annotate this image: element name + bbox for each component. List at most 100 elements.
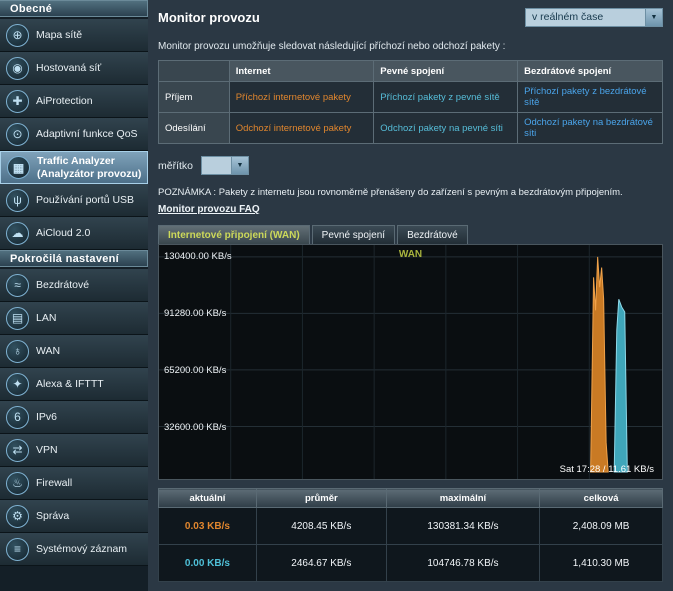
sidebar-item-label: Hostovaná síť bbox=[36, 62, 101, 74]
stats-header-average: průměr bbox=[256, 489, 386, 508]
network-map-icon: ⊕ bbox=[6, 24, 29, 47]
usb-icon: ψ bbox=[6, 189, 29, 212]
traffic-chart: WAN 130400.00 KB/s 91280.00 KB/s 65200.0… bbox=[158, 244, 663, 480]
col-header-wired: Pevné spojení bbox=[374, 61, 518, 82]
scale-label: měřítko bbox=[158, 160, 193, 172]
stat-maximum-upload: 104746.78 KB/s bbox=[386, 545, 539, 582]
system-log-icon: ≡ bbox=[6, 538, 29, 561]
sidebar-item-traffic-analyzer[interactable]: ▦ Traffic Analyzer (Analyzátor provozu) bbox=[0, 151, 148, 184]
stat-current-upload: 0.00 KB/s bbox=[159, 545, 257, 582]
sidebar-item-alexa-ifttt[interactable]: ✦ Alexa & IFTTT bbox=[0, 368, 148, 401]
tab-wired[interactable]: Pevné spojení bbox=[312, 225, 395, 244]
sidebar-item-network-map[interactable]: ⊕ Mapa sítě bbox=[0, 19, 148, 52]
qos-gauge-icon: ⊙ bbox=[6, 123, 29, 146]
sidebar-item-guest-network[interactable]: ◉ Hostovaná síť bbox=[0, 52, 148, 85]
col-header-internet: Internet bbox=[229, 61, 374, 82]
chart-time-speed-readout: Sat 17:28 / 11.61 KB/s bbox=[560, 464, 654, 475]
y-axis-label: 65200.00 KB/s bbox=[164, 365, 226, 376]
y-axis-label: 91280.00 KB/s bbox=[164, 308, 226, 319]
sidebar-item-label: Mapa sítě bbox=[36, 29, 82, 41]
chart-tabs: Internetové připojení (WAN) Pevné spojen… bbox=[158, 225, 663, 244]
router-admin-page: Obecné ⊕ Mapa sítě ◉ Hostovaná síť ✚ AiP… bbox=[0, 0, 673, 591]
stat-average-upload: 2464.67 KB/s bbox=[256, 545, 386, 582]
mode-select[interactable]: v reálném čase ▼ bbox=[525, 8, 663, 27]
guest-network-icon: ◉ bbox=[6, 57, 29, 80]
wan-globe-icon: ♁ bbox=[6, 340, 29, 363]
link-incoming-wired-packets[interactable]: Příchozí pakety z pevné sítě bbox=[380, 92, 499, 103]
gear-icon: ⚙ bbox=[6, 505, 29, 528]
main-header: Monitor provozu v reálném čase ▼ bbox=[158, 8, 663, 27]
sidebar-item-label: Firewall bbox=[36, 477, 72, 489]
sidebar-item-aiprotection[interactable]: ✚ AiProtection bbox=[0, 85, 148, 118]
traffic-analyzer-icon: ▦ bbox=[7, 156, 30, 179]
sidebar-item-vpn[interactable]: ⇄ VPN bbox=[0, 434, 148, 467]
scale-row: měřítko ▼ bbox=[158, 156, 663, 175]
sidebar-item-lan[interactable]: ▤ LAN bbox=[0, 302, 148, 335]
lan-icon: ▤ bbox=[6, 307, 29, 330]
link-outgoing-internet-packets[interactable]: Odchozí internetové pakety bbox=[236, 123, 352, 134]
sidebar-item-label: Bezdrátové bbox=[36, 279, 89, 291]
row-label-send: Odesílání bbox=[159, 113, 230, 144]
vpn-icon: ⇄ bbox=[6, 439, 29, 462]
col-header-wireless: Bezdrátové spojení bbox=[518, 61, 663, 82]
chevron-down-icon: ▼ bbox=[645, 9, 662, 26]
sidebar-item-label: Traffic Analyzer (Analyzátor provozu) bbox=[37, 155, 143, 179]
sidebar-item-adaptive-qos[interactable]: ⊙ Adaptivní funkce QoS bbox=[0, 118, 148, 151]
note-text: POZNÁMKA : Pakety z internetu jsou rovno… bbox=[158, 187, 663, 198]
scale-select-value bbox=[202, 157, 231, 174]
sidebar-item-label: IPv6 bbox=[36, 411, 57, 423]
shield-icon: ✚ bbox=[6, 90, 29, 113]
sidebar-item-label: Správa bbox=[36, 510, 69, 522]
sidebar-item-label: VPN bbox=[36, 444, 58, 456]
sidebar-item-firewall[interactable]: ♨ Firewall bbox=[0, 467, 148, 500]
page-title: Monitor provozu bbox=[158, 10, 260, 25]
sidebar-item-label: WAN bbox=[36, 345, 60, 357]
y-axis-label: 32600.00 KB/s bbox=[164, 422, 226, 433]
stats-header-maximum: maximální bbox=[386, 489, 539, 508]
tab-internet-wan[interactable]: Internetové připojení (WAN) bbox=[158, 225, 310, 244]
sidebar-item-label: Adaptivní funkce QoS bbox=[36, 128, 138, 140]
sidebar-item-system-log[interactable]: ≡ Systémový záznam bbox=[0, 533, 148, 566]
tab-wireless[interactable]: Bezdrátové bbox=[397, 225, 468, 244]
link-incoming-internet-packets[interactable]: Příchozí internetové pakety bbox=[236, 92, 351, 103]
chevron-down-icon: ▼ bbox=[231, 157, 248, 174]
sidebar-item-administration[interactable]: ⚙ Správa bbox=[0, 500, 148, 533]
stat-maximum-download: 130381.34 KB/s bbox=[386, 508, 539, 545]
sidebar-item-wireless[interactable]: ≈ Bezdrátové bbox=[0, 269, 148, 302]
firewall-icon: ♨ bbox=[6, 472, 29, 495]
link-incoming-wireless-packets[interactable]: Příchozí pakety z bezdrátové sítě bbox=[524, 86, 647, 108]
table-row-send: Odesílání Odchozí internetové pakety Odc… bbox=[159, 113, 663, 144]
intro-text: Monitor provozu umožňuje sledovat násled… bbox=[158, 41, 663, 52]
stat-current-download: 0.03 KB/s bbox=[159, 508, 257, 545]
sidebar-item-label: LAN bbox=[36, 312, 56, 324]
sidebar-item-ipv6[interactable]: 6 IPv6 bbox=[0, 401, 148, 434]
stat-total-upload: 1,410.30 MB bbox=[540, 545, 663, 582]
scale-select[interactable]: ▼ bbox=[201, 156, 249, 175]
main-content: Monitor provozu v reálném čase ▼ Monitor… bbox=[148, 0, 673, 591]
sidebar-section-advanced: Pokročilá nastavení bbox=[0, 250, 148, 267]
mode-select-value: v reálném čase bbox=[526, 9, 645, 26]
alexa-ifttt-icon: ✦ bbox=[6, 373, 29, 396]
link-outgoing-wired-packets[interactable]: Odchozí pakety na pevné síti bbox=[380, 123, 503, 134]
sidebar-item-wan[interactable]: ♁ WAN bbox=[0, 335, 148, 368]
table-row-receive: Příjem Příchozí internetové pakety Přích… bbox=[159, 82, 663, 113]
sidebar-item-aicloud[interactable]: ☁ AiCloud 2.0 bbox=[0, 217, 148, 250]
stats-row-download: 0.03 KB/s 4208.45 KB/s 130381.34 KB/s 2,… bbox=[159, 508, 663, 545]
stats-table: aktuální průměr maximální celková 0.03 K… bbox=[158, 488, 663, 582]
sidebar-section-general: Obecné bbox=[0, 0, 148, 17]
faq-link[interactable]: Monitor provozu FAQ bbox=[158, 204, 260, 215]
stats-row-upload: 0.00 KB/s 2464.67 KB/s 104746.78 KB/s 1,… bbox=[159, 545, 663, 582]
sidebar-item-label: Alexa & IFTTT bbox=[36, 378, 104, 390]
row-label-receive: Příjem bbox=[159, 82, 230, 113]
link-outgoing-wireless-packets[interactable]: Odchozí pakety na bezdrátové síti bbox=[524, 117, 653, 139]
sidebar-item-usb[interactable]: ψ Používání portů USB bbox=[0, 184, 148, 217]
stat-total-download: 2,408.09 MB bbox=[540, 508, 663, 545]
sidebar-item-label: AiProtection bbox=[36, 95, 93, 107]
packet-table-corner bbox=[159, 61, 230, 82]
traffic-chart-svg bbox=[159, 245, 662, 479]
cloud-icon: ☁ bbox=[6, 222, 29, 245]
ipv6-icon: 6 bbox=[6, 406, 29, 429]
stats-header-current: aktuální bbox=[159, 489, 257, 508]
stats-header-total: celková bbox=[540, 489, 663, 508]
y-axis-label: 130400.00 KB/s bbox=[164, 251, 232, 262]
